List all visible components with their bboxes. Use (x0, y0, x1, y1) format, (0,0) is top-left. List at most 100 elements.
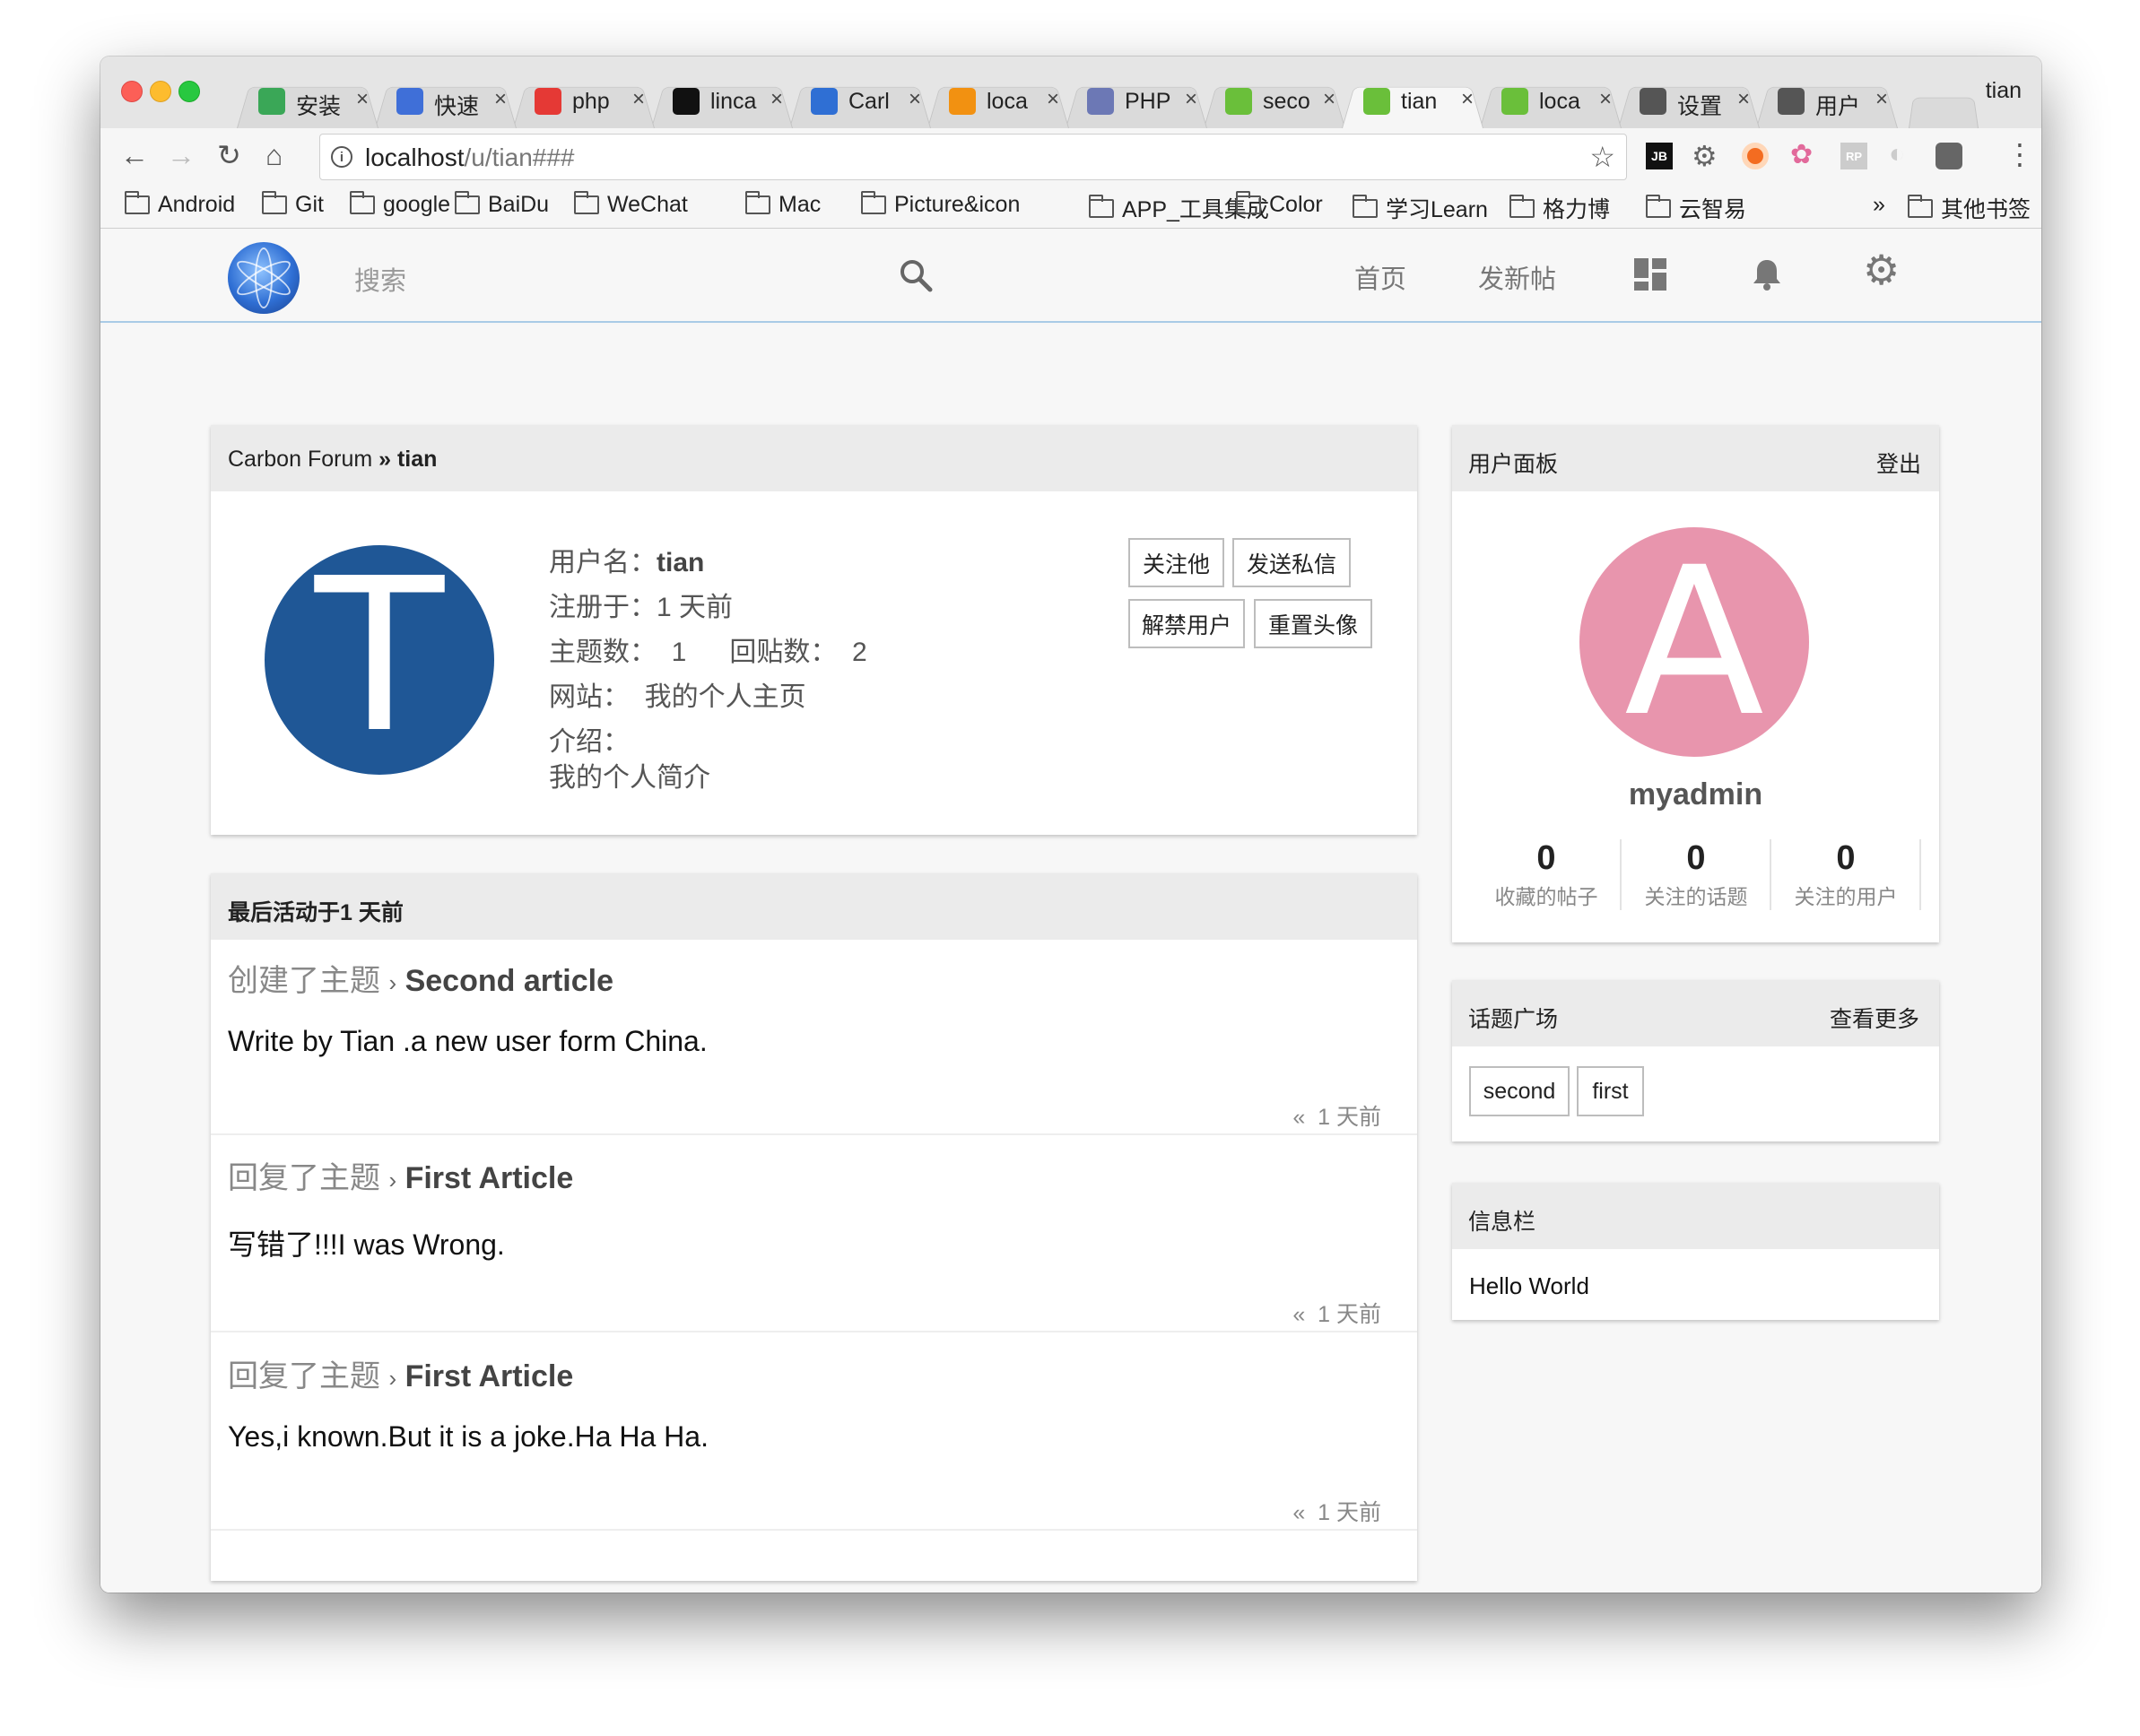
tab-close-icon[interactable]: × (1323, 87, 1335, 112)
unban-user-button[interactable]: 解禁用户 (1128, 599, 1245, 648)
activity-topic-link[interactable]: First Article (405, 1359, 574, 1393)
logout-link[interactable]: 登出 (1876, 447, 1921, 479)
browser-tab[interactable]: seco × (1204, 74, 1345, 128)
info-panel-card: 信息栏 Hello World (1452, 1183, 1939, 1320)
registered-row: 注册于：1 天前 (549, 585, 733, 624)
settings-gear-icon[interactable]: ⚙ (1863, 249, 1900, 291)
bell-icon[interactable] (1749, 256, 1785, 292)
bookmark-item[interactable]: Color (1236, 191, 1323, 218)
send-message-button[interactable]: 发送私信 (1232, 538, 1351, 587)
nav-new-post-link[interactable]: 发新帖 (1478, 258, 1556, 296)
user-stat[interactable]: 0 关注的用户 (1772, 839, 1921, 910)
bookmarks-overflow-button[interactable]: » (1873, 192, 1885, 218)
browser-tab[interactable]: linca × (651, 74, 793, 128)
bookmark-item[interactable]: Android (125, 191, 235, 218)
tab-label: 设置 (1677, 94, 1723, 119)
stat-label: 收藏的帖子 (1494, 885, 1598, 908)
user-panel-title: 用户面板 (1468, 452, 1559, 477)
close-window-button[interactable] (121, 81, 143, 102)
bookmark-item[interactable]: Git (262, 191, 324, 218)
tab-close-icon[interactable]: × (909, 87, 921, 112)
view-more-link[interactable]: 查看更多 (1830, 1002, 1919, 1034)
tab-close-icon[interactable]: × (770, 87, 783, 112)
tab-close-icon[interactable]: × (1737, 87, 1750, 112)
menu-dots-icon[interactable]: ⋮ (2005, 137, 2034, 171)
home-icon[interactable]: ⌂ (265, 141, 283, 169)
breadcrumb-site-link[interactable]: Carbon Forum (228, 447, 372, 472)
browser-tab[interactable]: loca × (927, 74, 1069, 128)
zoom-window-button[interactable] (178, 81, 200, 102)
info-icon[interactable]: i (331, 146, 352, 168)
bookmark-item[interactable]: google (350, 191, 450, 218)
activity-topic-link[interactable]: Second article (405, 964, 613, 998)
back-icon[interactable]: ← (120, 141, 149, 169)
bookmark-item[interactable]: Mac (745, 191, 821, 218)
browser-tab[interactable]: php × (513, 74, 655, 128)
address-bar[interactable]: i localhost/u/tian### ☆ (319, 134, 1627, 180)
new-tab-button[interactable] (1909, 90, 1979, 128)
reload-icon[interactable]: ↻ (217, 141, 241, 169)
reset-avatar-button[interactable]: 重置头像 (1254, 599, 1372, 648)
tab-label: 快速 (434, 94, 480, 119)
tag-second[interactable]: second (1469, 1066, 1570, 1116)
tab-close-icon[interactable]: × (1461, 87, 1474, 112)
other-bookmarks[interactable]: 其他书签 (1908, 192, 2031, 224)
user-stat[interactable]: 0 关注的话题 (1622, 839, 1771, 910)
flower-extension-icon[interactable]: ✿ (1790, 139, 1813, 170)
activity-topic-link[interactable]: First Article (405, 1161, 574, 1195)
activity-header: 最后活动于1 天前 (211, 873, 1417, 940)
search-icon[interactable] (899, 258, 933, 292)
registered-label: 注册于： (549, 593, 657, 622)
browser-tab[interactable]: 安装 × (237, 74, 378, 128)
rp-extension-icon[interactable]: RP (1840, 143, 1867, 169)
square-extension-icon[interactable] (1936, 143, 1962, 169)
time-text: 1 天前 (1318, 1302, 1381, 1327)
browser-tab[interactable]: 用户 × (1756, 74, 1898, 128)
browser-tab[interactable]: tian × (1342, 74, 1483, 128)
activity-item-heading: 创建了主题 › Second article (228, 956, 613, 1000)
user-stat[interactable]: 0 收藏的帖子 (1473, 839, 1622, 910)
tab-close-icon[interactable]: × (632, 87, 645, 112)
stat-label: 关注的话题 (1644, 885, 1748, 908)
browser-tab[interactable]: loca × (1480, 74, 1622, 128)
browser-tab[interactable]: PHP × (1066, 74, 1207, 128)
gear-extension-icon[interactable]: ⚙ (1692, 139, 1718, 173)
user-panel-username[interactable]: myadmin (1452, 777, 1939, 812)
chevron-right-icon: › (388, 969, 397, 996)
tab-close-icon[interactable]: × (494, 87, 507, 112)
folder-icon (861, 191, 886, 214)
follow-button[interactable]: 关注他 (1128, 538, 1224, 587)
profile-name[interactable]: tian (1986, 78, 2022, 104)
forward-icon[interactable]: → (167, 141, 196, 169)
search-input[interactable]: 搜索 (354, 260, 406, 298)
bookmark-item[interactable]: 格力博 (1509, 192, 1610, 224)
site-logo[interactable] (228, 242, 300, 314)
minimize-window-button[interactable] (150, 81, 171, 102)
bookmark-star-icon[interactable]: ☆ (1589, 140, 1615, 174)
chevron-right-icon: › (388, 1167, 397, 1194)
lifebuoy-extension-icon[interactable] (1742, 143, 1769, 169)
bookmark-item[interactable]: 云智易 (1646, 192, 1746, 224)
user-panel-avatar[interactable]: A (1579, 527, 1809, 757)
website-link[interactable]: 我的个人主页 (645, 682, 806, 712)
bookmark-item[interactable]: Picture&icon (861, 191, 1020, 218)
bookmark-item[interactable]: 学习Learn (1353, 192, 1488, 224)
browser-tab[interactable]: 设置 × (1618, 74, 1760, 128)
tab-close-icon[interactable]: × (1047, 87, 1059, 112)
tab-close-icon[interactable]: × (356, 87, 369, 112)
bookmark-label: 学习Learn (1386, 197, 1488, 222)
tag-first[interactable]: first (1577, 1066, 1644, 1116)
jetbrains-extension-icon[interactable]: JB (1646, 143, 1673, 169)
url-text[interactable]: localhost/u/tian### (365, 143, 575, 172)
tab-close-icon[interactable]: × (1875, 87, 1888, 112)
browser-tab[interactable]: 快速 × (375, 74, 517, 128)
tab-close-icon[interactable]: × (1599, 87, 1612, 112)
bookmark-item[interactable]: BaiDu (455, 191, 549, 218)
folder-icon (1236, 191, 1261, 214)
dashboard-icon[interactable] (1634, 258, 1666, 291)
browser-tab[interactable]: Carl × (789, 74, 931, 128)
tab-close-icon[interactable]: × (1185, 87, 1197, 112)
nav-home-link[interactable]: 首页 (1354, 258, 1406, 296)
sync-extension-icon[interactable]: ◐ (1889, 139, 1905, 169)
bookmark-item[interactable]: WeChat (574, 191, 688, 218)
